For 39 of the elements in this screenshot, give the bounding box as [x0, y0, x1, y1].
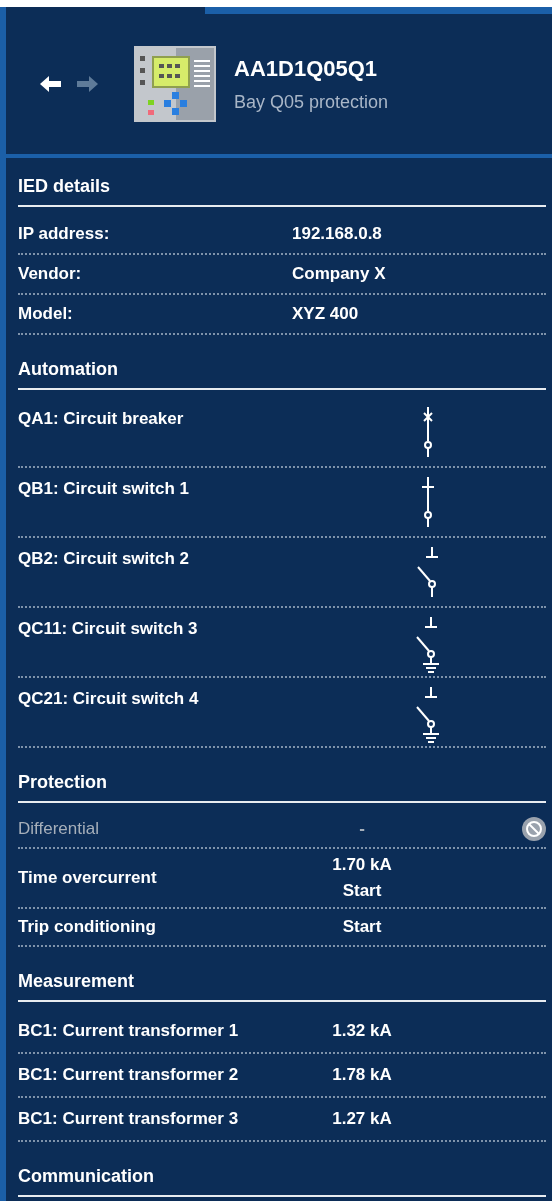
device-subtitle: Bay Q05 protection	[234, 91, 389, 113]
row-value: XYZ 400	[292, 303, 360, 325]
row-value: 1.70 kA	[331, 854, 393, 876]
section-heading: Protection	[18, 772, 546, 803]
row-label: QB1: Circuit switch 1	[18, 478, 190, 499]
row-label: QC11: Circuit switch 3	[18, 618, 199, 639]
row-label: QB2: Circuit switch 2	[18, 548, 190, 569]
switch-closed-icon	[421, 477, 435, 527]
row-label: BC1: Current transformer 3	[18, 1109, 240, 1129]
section-heading: Measurement	[18, 971, 546, 1002]
blocked-icon	[522, 817, 546, 841]
row-value: 1.27 kA	[331, 1108, 393, 1130]
earthing-switch-icon	[415, 687, 441, 743]
row-value: 1.32 kA	[331, 1020, 393, 1042]
row-label: Model:	[18, 304, 74, 324]
section-heading: Communication	[18, 1166, 546, 1197]
row-label: Vendor:	[18, 264, 83, 284]
row-value: Start	[341, 916, 383, 938]
row-value: -	[358, 818, 366, 840]
device-title: AA1D1Q05Q1	[234, 55, 379, 82]
row-value: 1.78 kA	[331, 1064, 393, 1086]
back-button[interactable]	[40, 75, 62, 93]
row-label: BC1: Current transformer 2	[18, 1065, 240, 1085]
row-label: BC1: Current transformer 1	[18, 1021, 240, 1041]
row-value: Start	[341, 880, 383, 902]
row-value: 192.168.0.8	[292, 223, 383, 245]
device-icon	[134, 46, 216, 122]
switch-open-icon	[416, 547, 440, 597]
row-value: Company X	[292, 263, 387, 285]
row-label: IP address:	[18, 224, 111, 244]
earthing-switch-icon	[415, 617, 441, 673]
row-label: Differential	[18, 819, 100, 839]
row-label: QC21: Circuit switch 4	[18, 688, 200, 709]
row-label: Time overcurrent	[18, 868, 158, 888]
section-heading: Automation	[18, 359, 546, 390]
row-label: QA1: Circuit breaker	[18, 408, 185, 429]
row-label: Trip conditioning	[18, 917, 157, 937]
breaker-closed-icon	[421, 407, 435, 457]
section-heading: IED details	[18, 176, 546, 207]
